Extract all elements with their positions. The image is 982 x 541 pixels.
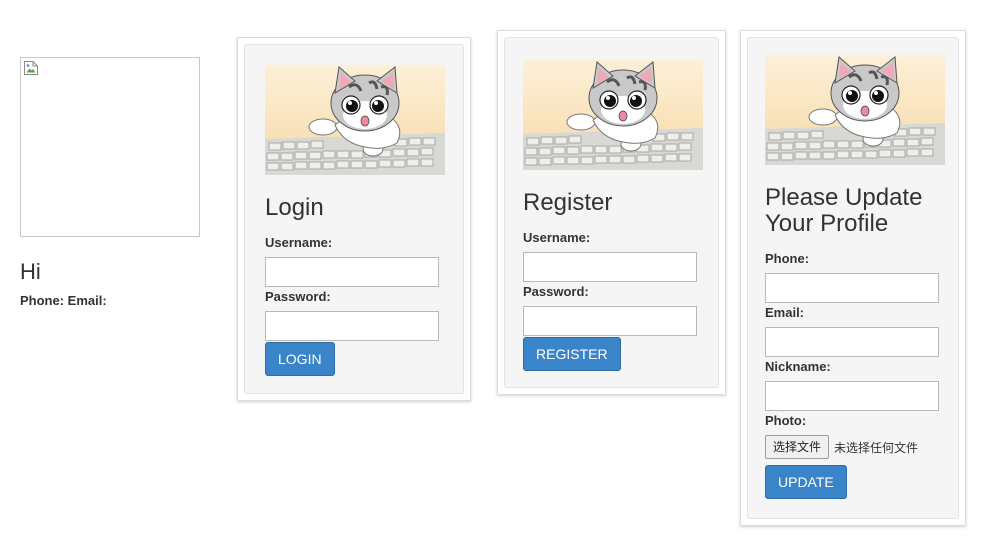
update-profile-card-body: Please Update Your Profile Phone: Email:… — [747, 37, 959, 519]
login-title: Login — [265, 194, 324, 221]
update-title-line2: Your Profile — [765, 210, 889, 237]
update-title-line1: Please Update — [765, 184, 923, 211]
nickname-input[interactable] — [765, 381, 939, 411]
page-root: Hi Phone: Email: Login Username: Passwor… — [0, 0, 982, 541]
photo-label: Photo: — [765, 413, 807, 428]
file-status-text: 未选择任何文件 — [834, 440, 919, 455]
login-button[interactable]: LOGIN — [265, 342, 335, 376]
password-label: Password: — [265, 289, 331, 304]
register-card: Register Username: Password: REGISTER — [497, 30, 726, 395]
broken-image-icon — [24, 61, 38, 75]
password-label: Password: — [523, 284, 589, 299]
profile-picture — [20, 57, 200, 237]
photo-file-picker: 选择文件 未选择任何文件 — [765, 435, 940, 459]
login-password-input[interactable] — [265, 311, 439, 341]
register-username-input[interactable] — [523, 252, 697, 282]
cat-banner-image — [765, 55, 945, 165]
nickname-label: Nickname: — [765, 359, 831, 374]
register-title: Register — [523, 189, 613, 216]
login-username-input[interactable] — [265, 257, 439, 287]
phone-label: Phone: — [765, 251, 810, 266]
email-label: Email: — [765, 305, 805, 320]
login-card: Login Username: Password: LOGIN — [237, 37, 471, 401]
cat-banner-image — [265, 65, 445, 175]
update-profile-title: Please Update Your Profile — [765, 185, 940, 237]
email-input[interactable] — [765, 327, 939, 357]
cat-banner-image — [523, 60, 703, 170]
update-profile-card: Please Update Your Profile Phone: Email:… — [740, 30, 966, 526]
contact-info: Phone: Email: — [20, 293, 107, 308]
username-label: Username: — [523, 230, 591, 245]
login-card-body: Login Username: Password: LOGIN — [244, 44, 464, 394]
choose-file-button[interactable]: 选择文件 — [765, 435, 830, 459]
update-button[interactable]: UPDATE — [765, 465, 847, 499]
profile-panel: Hi Phone: Email: — [20, 57, 200, 308]
phone-input[interactable] — [765, 273, 939, 303]
greeting-heading: Hi — [20, 259, 41, 284]
register-password-input[interactable] — [523, 306, 697, 336]
register-button[interactable]: REGISTER — [523, 337, 621, 371]
username-label: Username: — [265, 235, 333, 250]
register-card-body: Register Username: Password: REGISTER — [504, 37, 719, 388]
